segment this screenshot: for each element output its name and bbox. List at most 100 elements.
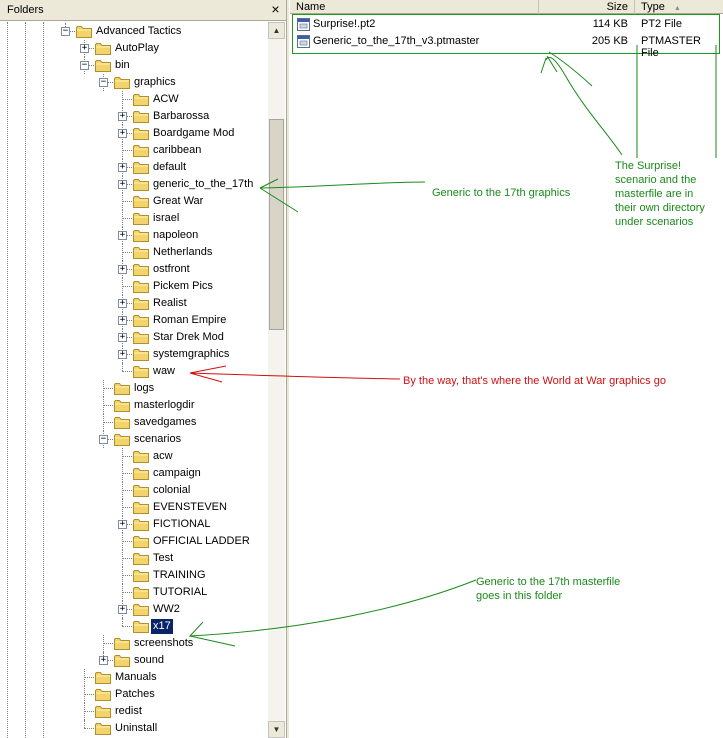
file-list-pane: Name Size Type ▲ Surprise!.pt2 114 KB PT2 …: [290, 0, 723, 738]
tree-item-masterlogdir[interactable]: masterlogdir: [0, 397, 268, 414]
expand-icon[interactable]: +: [118, 520, 127, 529]
tree-item-label: AutoPlay: [115, 42, 160, 54]
folder-icon: [133, 161, 149, 174]
file-row[interactable]: Generic_to_the_17th_v3.ptmaster 205 KB PTM…: [292, 33, 720, 59]
tree-item-label: systemgraphics: [153, 348, 230, 360]
tree-item-evensteven[interactable]: EVENSTEVEN: [0, 499, 268, 516]
expand-icon[interactable]: +: [118, 129, 127, 138]
tree-scrollbar[interactable]: ▲ ▼: [268, 22, 285, 738]
close-icon[interactable]: ×: [268, 1, 283, 17]
tree-item-ostfront[interactable]: + ostfront: [0, 261, 268, 278]
masterfile-annotation: Generic to the 17th masterfile goes in t…: [476, 575, 621, 603]
tree-item-official-ladder[interactable]: OFFICIAL LADDER: [0, 533, 268, 550]
tree-item-caribbean[interactable]: caribbean: [0, 142, 268, 159]
tree-item-autoplay[interactable]: + AutoPlay: [0, 40, 268, 57]
tree-item-label: masterlogdir: [134, 399, 195, 411]
tree-item-label: Netherlands: [153, 246, 213, 258]
collapse-icon[interactable]: −: [99, 435, 108, 444]
tree-item-campaign[interactable]: campaign: [0, 465, 268, 482]
tree-item-label: ostfront: [153, 263, 190, 275]
folder-icon: [114, 637, 130, 650]
expand-icon[interactable]: +: [118, 316, 127, 325]
column-header-name[interactable]: Name: [290, 0, 539, 14]
tree-item-label: savedgames: [134, 416, 197, 428]
tree-item-barbarossa[interactable]: + Barbarossa: [0, 108, 268, 125]
file-name: Generic_to_the_17th_v3.ptmaster: [313, 35, 480, 47]
expand-icon[interactable]: +: [118, 180, 127, 189]
collapse-icon[interactable]: −: [99, 78, 108, 87]
tree-item-label: WW2: [153, 603, 180, 615]
tree-item-boardgame-mod[interactable]: + Boardgame Mod: [0, 125, 268, 142]
expand-icon[interactable]: +: [118, 333, 127, 342]
tree-item-label: FICTIONAL: [153, 518, 211, 530]
expand-icon[interactable]: +: [118, 299, 127, 308]
tree-item-israel[interactable]: israel: [0, 210, 268, 227]
file-size: 114 KB: [592, 18, 628, 30]
scroll-up-button[interactable]: ▲: [268, 22, 285, 39]
file-row[interactable]: Surprise!.pt2 114 KB PT2 File: [292, 16, 720, 33]
tree-item-bin[interactable]: − bin: [0, 57, 268, 74]
expand-icon[interactable]: +: [118, 605, 127, 614]
tree-item-label: ACW: [153, 93, 179, 105]
tree-item-graphics[interactable]: − graphics: [0, 74, 268, 91]
tree-item-x17[interactable]: x17: [0, 618, 268, 635]
expand-icon[interactable]: +: [99, 656, 108, 665]
tree-item-logs[interactable]: logs: [0, 380, 268, 397]
tree-item-fictional[interactable]: + FICTIONAL: [0, 516, 268, 533]
folder-icon: [133, 348, 149, 361]
scroll-down-button[interactable]: ▼: [268, 721, 285, 738]
expand-icon[interactable]: +: [118, 265, 127, 274]
tree-item-roman-empire[interactable]: + Roman Empire: [0, 312, 268, 329]
tree-item-training[interactable]: TRAINING: [0, 567, 268, 584]
tree-item-systemgraphics[interactable]: + systemgraphics: [0, 346, 268, 363]
tree-item-napoleon[interactable]: + napoleon: [0, 227, 268, 244]
folder-icon: [114, 416, 130, 429]
column-header-type[interactable]: Type ▲: [635, 0, 723, 14]
tree-item-great-war[interactable]: Great War: [0, 193, 268, 210]
tree-item-label: TRAINING: [153, 569, 206, 581]
tree-item-test[interactable]: Test: [0, 550, 268, 567]
tree-item-label: EVENSTEVEN: [153, 501, 227, 513]
tree-item-colonial[interactable]: colonial: [0, 482, 268, 499]
tree-item-tutorial[interactable]: TUTORIAL: [0, 584, 268, 601]
tree-item-advanced-tactics[interactable]: − Advanced Tactics: [0, 23, 268, 40]
tree-item-label: Advanced Tactics: [96, 25, 182, 37]
tree-item-uninstall[interactable]: Uninstall: [0, 720, 268, 737]
tree-item-ww2[interactable]: + WW2: [0, 601, 268, 618]
tree-item-waw[interactable]: waw: [0, 363, 268, 380]
tree-item-redist[interactable]: redist: [0, 703, 268, 720]
tree-item-label: campaign: [153, 467, 201, 479]
tree-item-realist[interactable]: + Realist: [0, 295, 268, 312]
tree-item-default[interactable]: + default: [0, 159, 268, 176]
tree-item-screenshots[interactable]: screenshots: [0, 635, 268, 652]
tree-item-acw[interactable]: acw: [0, 448, 268, 465]
expand-icon[interactable]: +: [80, 44, 89, 53]
tree-item-acw[interactable]: ACW: [0, 91, 268, 108]
folder-icon: [133, 365, 149, 378]
tree-item-patches[interactable]: Patches: [0, 686, 268, 703]
tree-item-netherlands[interactable]: Netherlands: [0, 244, 268, 261]
tree-item-star-drek-mod[interactable]: + Star Drek Mod: [0, 329, 268, 346]
tree-item-label: caribbean: [153, 144, 202, 156]
folder-icon: [133, 586, 149, 599]
column-header-size[interactable]: Size: [539, 0, 635, 14]
folder-icon: [95, 722, 111, 735]
tree-item-scenarios[interactable]: − scenarios: [0, 431, 268, 448]
file-icon: [297, 18, 310, 31]
tree-item-sound[interactable]: + sound: [0, 652, 268, 669]
expand-icon[interactable]: +: [118, 112, 127, 121]
folder-icon: [133, 603, 149, 616]
expand-icon[interactable]: +: [118, 231, 127, 240]
tree-item-generic-to-the-17th[interactable]: + generic_to_the_17th: [0, 176, 268, 193]
tree-item-savedgames[interactable]: savedgames: [0, 414, 268, 431]
expand-icon[interactable]: +: [118, 163, 127, 172]
tree-item-pickem-pics[interactable]: Pickem Pics: [0, 278, 268, 295]
expand-icon[interactable]: +: [118, 350, 127, 359]
tree-item-manuals[interactable]: Manuals: [0, 669, 268, 686]
folder-icon: [133, 552, 149, 565]
tree-item-label: generic_to_the_17th: [153, 178, 254, 190]
folder-icon: [114, 382, 130, 395]
scroll-thumb[interactable]: [269, 119, 284, 330]
collapse-icon[interactable]: −: [61, 27, 70, 36]
collapse-icon[interactable]: −: [80, 61, 89, 70]
